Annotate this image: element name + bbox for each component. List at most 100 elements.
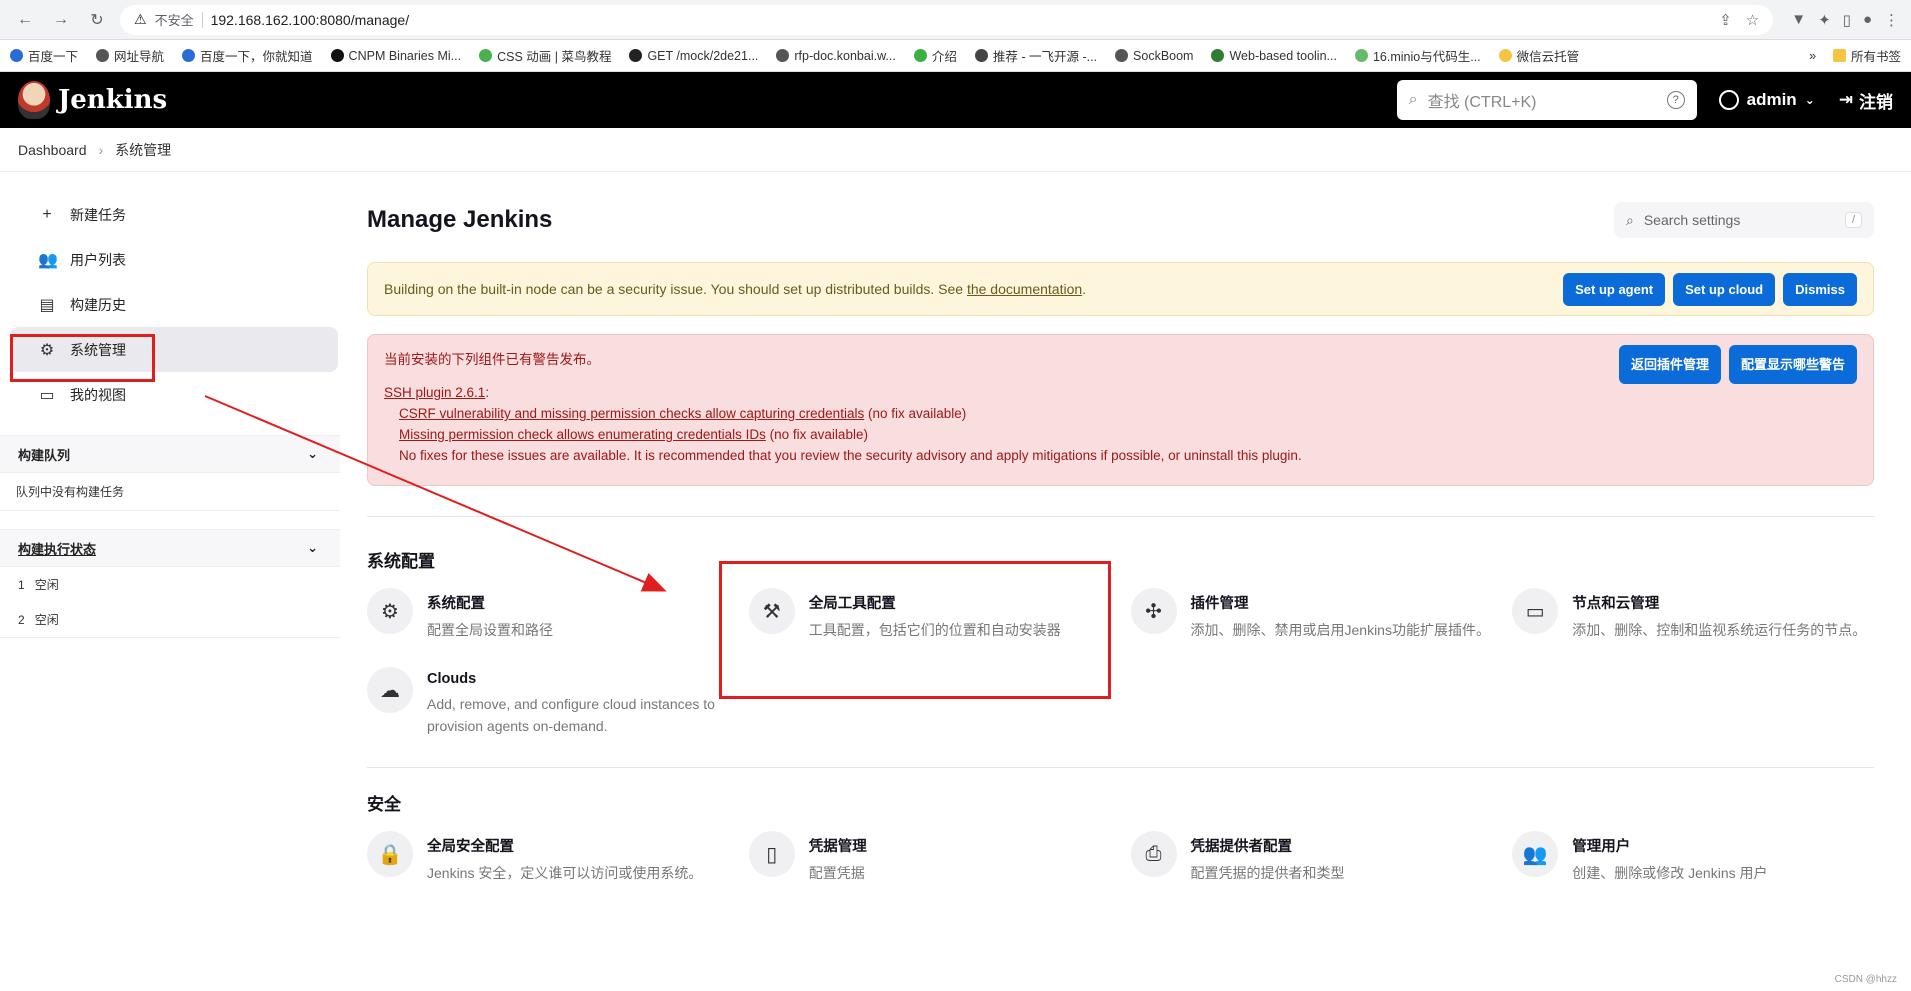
set-up-agent-button[interactable]: Set up agent (1563, 272, 1666, 306)
manage-card[interactable]: ✣ 插件管理 添加、删除、禁用或启用Jenkins功能扩展插件。 (1130, 588, 1493, 641)
system-config-grid: ⚙ 系统配置 配置全局设置和路径 ⚒ 全局工具配置 工具配置，包括它们的位置和自动安装器 ✣… (367, 588, 1874, 737)
bookmark-icon (1498, 49, 1512, 62)
card-title: 系统配置 (427, 596, 485, 612)
all-bookmarks[interactable]: » 所有书签 (1809, 46, 1901, 65)
bookmark-item[interactable]: 16.minio与代码生... (1354, 46, 1481, 65)
puzzle-extensions-icon[interactable]: ✦ (1818, 11, 1831, 29)
manage-card[interactable]: ▭ 节点和云管理 添加、删除、控制和监视系统运行任务的节点。 (1512, 588, 1874, 641)
executor-row[interactable]: 2 空闲 (0, 602, 340, 637)
breadcrumb-current[interactable]: 系统管理 (115, 140, 171, 160)
reload-icon[interactable]: ↻ (84, 7, 110, 33)
plugin-link[interactable]: SSH plugin 2.6.1 (384, 385, 485, 400)
bookmark-item[interactable]: 网址导航 (96, 46, 164, 65)
bookmark-label: 16.minio与代码生... (1372, 50, 1481, 64)
manage-card[interactable]: 👥 管理用户 创建、删除或修改 Jenkins 用户 (1512, 831, 1874, 884)
documentation-link[interactable]: the documentation (967, 281, 1082, 297)
page-title: Manage Jenkins (367, 206, 553, 233)
global-search-input[interactable]: ⌕ 查找 (CTRL+K) ? (1396, 80, 1697, 120)
bookmark-label: 微信云托管 (1516, 50, 1580, 64)
menu-icon[interactable]: ⋮ (1884, 11, 1899, 29)
bookmark-label: 介绍 (931, 50, 957, 64)
bookmark-item[interactable]: CSS 动画 | 菜鸟教程 (479, 46, 611, 65)
printer-icon: ⎙ (1130, 831, 1177, 877)
bookmark-icon (1211, 49, 1225, 62)
configure-warnings-button[interactable]: 配置显示哪些警告 (1728, 345, 1857, 384)
back-icon[interactable]: ← (12, 7, 38, 33)
user-menu[interactable]: admin ⌄ (1718, 90, 1815, 110)
extension-v-icon[interactable]: ▼ (1791, 11, 1806, 29)
help-icon[interactable]: ? (1666, 91, 1685, 109)
manage-card[interactable]: ▯ 凭据管理 配置凭据 (748, 831, 1111, 884)
card-title: Clouds (427, 671, 477, 687)
sidebar-item-label: 构建历史 (70, 296, 126, 313)
bookmark-item[interactable]: 介绍 (913, 46, 957, 65)
card-description: 配置全局设置和路径 (427, 622, 553, 638)
executor-status: 空闲 (34, 613, 59, 627)
window-icon: ▭ (39, 386, 55, 404)
forward-icon[interactable]: → (48, 7, 74, 33)
breadcrumb-dashboard[interactable]: Dashboard (18, 142, 87, 158)
bookmark-item[interactable]: Web-based toolin... (1211, 48, 1337, 63)
card-description: 配置凭据 (808, 865, 865, 881)
profile-icon[interactable]: ● (1863, 11, 1872, 29)
jenkins-butler-icon (18, 81, 50, 119)
manage-card[interactable]: ☁ Clouds Add, remove, and configure cloud … (367, 667, 729, 737)
settings-search-input[interactable]: ⌕ Search settings / (1614, 202, 1874, 238)
folder-icon (1832, 49, 1846, 62)
bookmark-label: GET /mock/2de21... (647, 48, 759, 63)
manage-card[interactable]: 🔒 全局安全配置 Jenkins 安全，定义谁可以访问或使用系统。 (367, 831, 729, 884)
gear-icon: ⚙ (367, 588, 413, 634)
bookmark-item[interactable]: 百度一下，你就知道 (182, 46, 313, 65)
logout-link[interactable]: ⇥ 注销 (1839, 88, 1893, 113)
bookmark-icon (776, 49, 790, 62)
browser-toolbar: ← → ↻ ⚠ 不安全 192.168.162.100:8080/manage/… (0, 0, 1911, 40)
bookmark-item[interactable]: rfp-doc.konbai.w... (776, 48, 896, 63)
chevron-right-icon: › (98, 141, 104, 158)
build-queue-title: 构建队列 (18, 447, 71, 463)
set-up-cloud-button[interactable]: Set up cloud (1673, 272, 1776, 306)
bookmark-item[interactable]: GET /mock/2de21... (629, 49, 758, 63)
chevron-down-icon[interactable]: ⌄ (307, 446, 318, 462)
dismiss-button[interactable]: Dismiss (1783, 272, 1857, 306)
manage-card[interactable]: ⚙ 系统配置配置全局设置和路径 (367, 588, 729, 641)
vuln-link-1[interactable]: CSRF vulnerability and missing permissio… (399, 406, 864, 421)
bookmark-item[interactable]: SockBoom (1115, 49, 1193, 63)
executors-header[interactable]: 构建执行状态 ⌄ (0, 529, 340, 567)
bookmark-item[interactable]: 推荐 - 一飞开源 -... (974, 46, 1097, 65)
users-icon: 👥 (1512, 831, 1559, 877)
bookmark-label: Web-based toolin... (1229, 48, 1337, 63)
section-title-system: 系统配置 (367, 552, 435, 571)
bookmark-icon (96, 49, 110, 62)
bookmark-label: rfp-doc.konbai.w... (794, 48, 896, 63)
card-description: 配置凭据的提供者和类型 (1190, 865, 1345, 881)
bookmark-item[interactable]: CNPM Binaries Mi... (330, 49, 461, 63)
search-icon: ⌕ (1408, 91, 1418, 108)
card-title: 凭据提供者配置 (1190, 839, 1293, 855)
build-queue-empty: 队列中没有构建任务 (0, 473, 340, 511)
sidebar-item[interactable]: ▤ 构建历史 (10, 282, 338, 327)
back-to-plugins-button[interactable]: 返回插件管理 (1618, 345, 1721, 384)
build-queue-header[interactable]: 构建队列 ⌄ (0, 435, 340, 473)
star-icon[interactable]: ☆ (1746, 11, 1759, 29)
jenkins-logo[interactable]: Jenkins (18, 81, 167, 119)
executors-title[interactable]: 构建执行状态 (18, 539, 96, 558)
sidebar-item[interactable]: + 新建任务 (10, 192, 338, 237)
bookmark-icon (10, 49, 23, 62)
executor-row[interactable]: 1 空闲 (0, 567, 340, 602)
chevron-right-icon[interactable]: » (1809, 49, 1816, 63)
address-bar[interactable]: ⚠ 不安全 192.168.162.100:8080/manage/ ⇪ ☆ (120, 4, 1774, 35)
chevron-down-icon: ⌄ (1804, 93, 1815, 107)
card-description: 创建、删除或修改 Jenkins 用户 (1572, 865, 1768, 881)
manage-card[interactable]: ⎙ 凭据提供者配置配置凭据的提供者和类型 (1130, 831, 1493, 884)
bookmark-item[interactable]: 百度一下 (10, 46, 78, 65)
share-icon[interactable]: ⇪ (1719, 11, 1732, 29)
monitor-icon: ▭ (1512, 588, 1559, 634)
vuln-link-2[interactable]: Missing permission check allows enumerat… (399, 427, 766, 442)
history-icon: ▤ (39, 296, 55, 314)
sidebar-item-label: 我的视图 (70, 386, 126, 403)
sidebar-item[interactable]: 👥 用户列表 (10, 237, 338, 282)
chevron-down-icon[interactable]: ⌄ (307, 540, 318, 556)
sidepanel-icon[interactable]: ▯ (1843, 11, 1851, 29)
bookmark-item[interactable]: 微信云托管 (1498, 46, 1580, 65)
security-grid: 🔒 全局安全配置 Jenkins 安全，定义谁可以访问或使用系统。 ▯ 凭据管理 配置凭据… (367, 831, 1874, 884)
